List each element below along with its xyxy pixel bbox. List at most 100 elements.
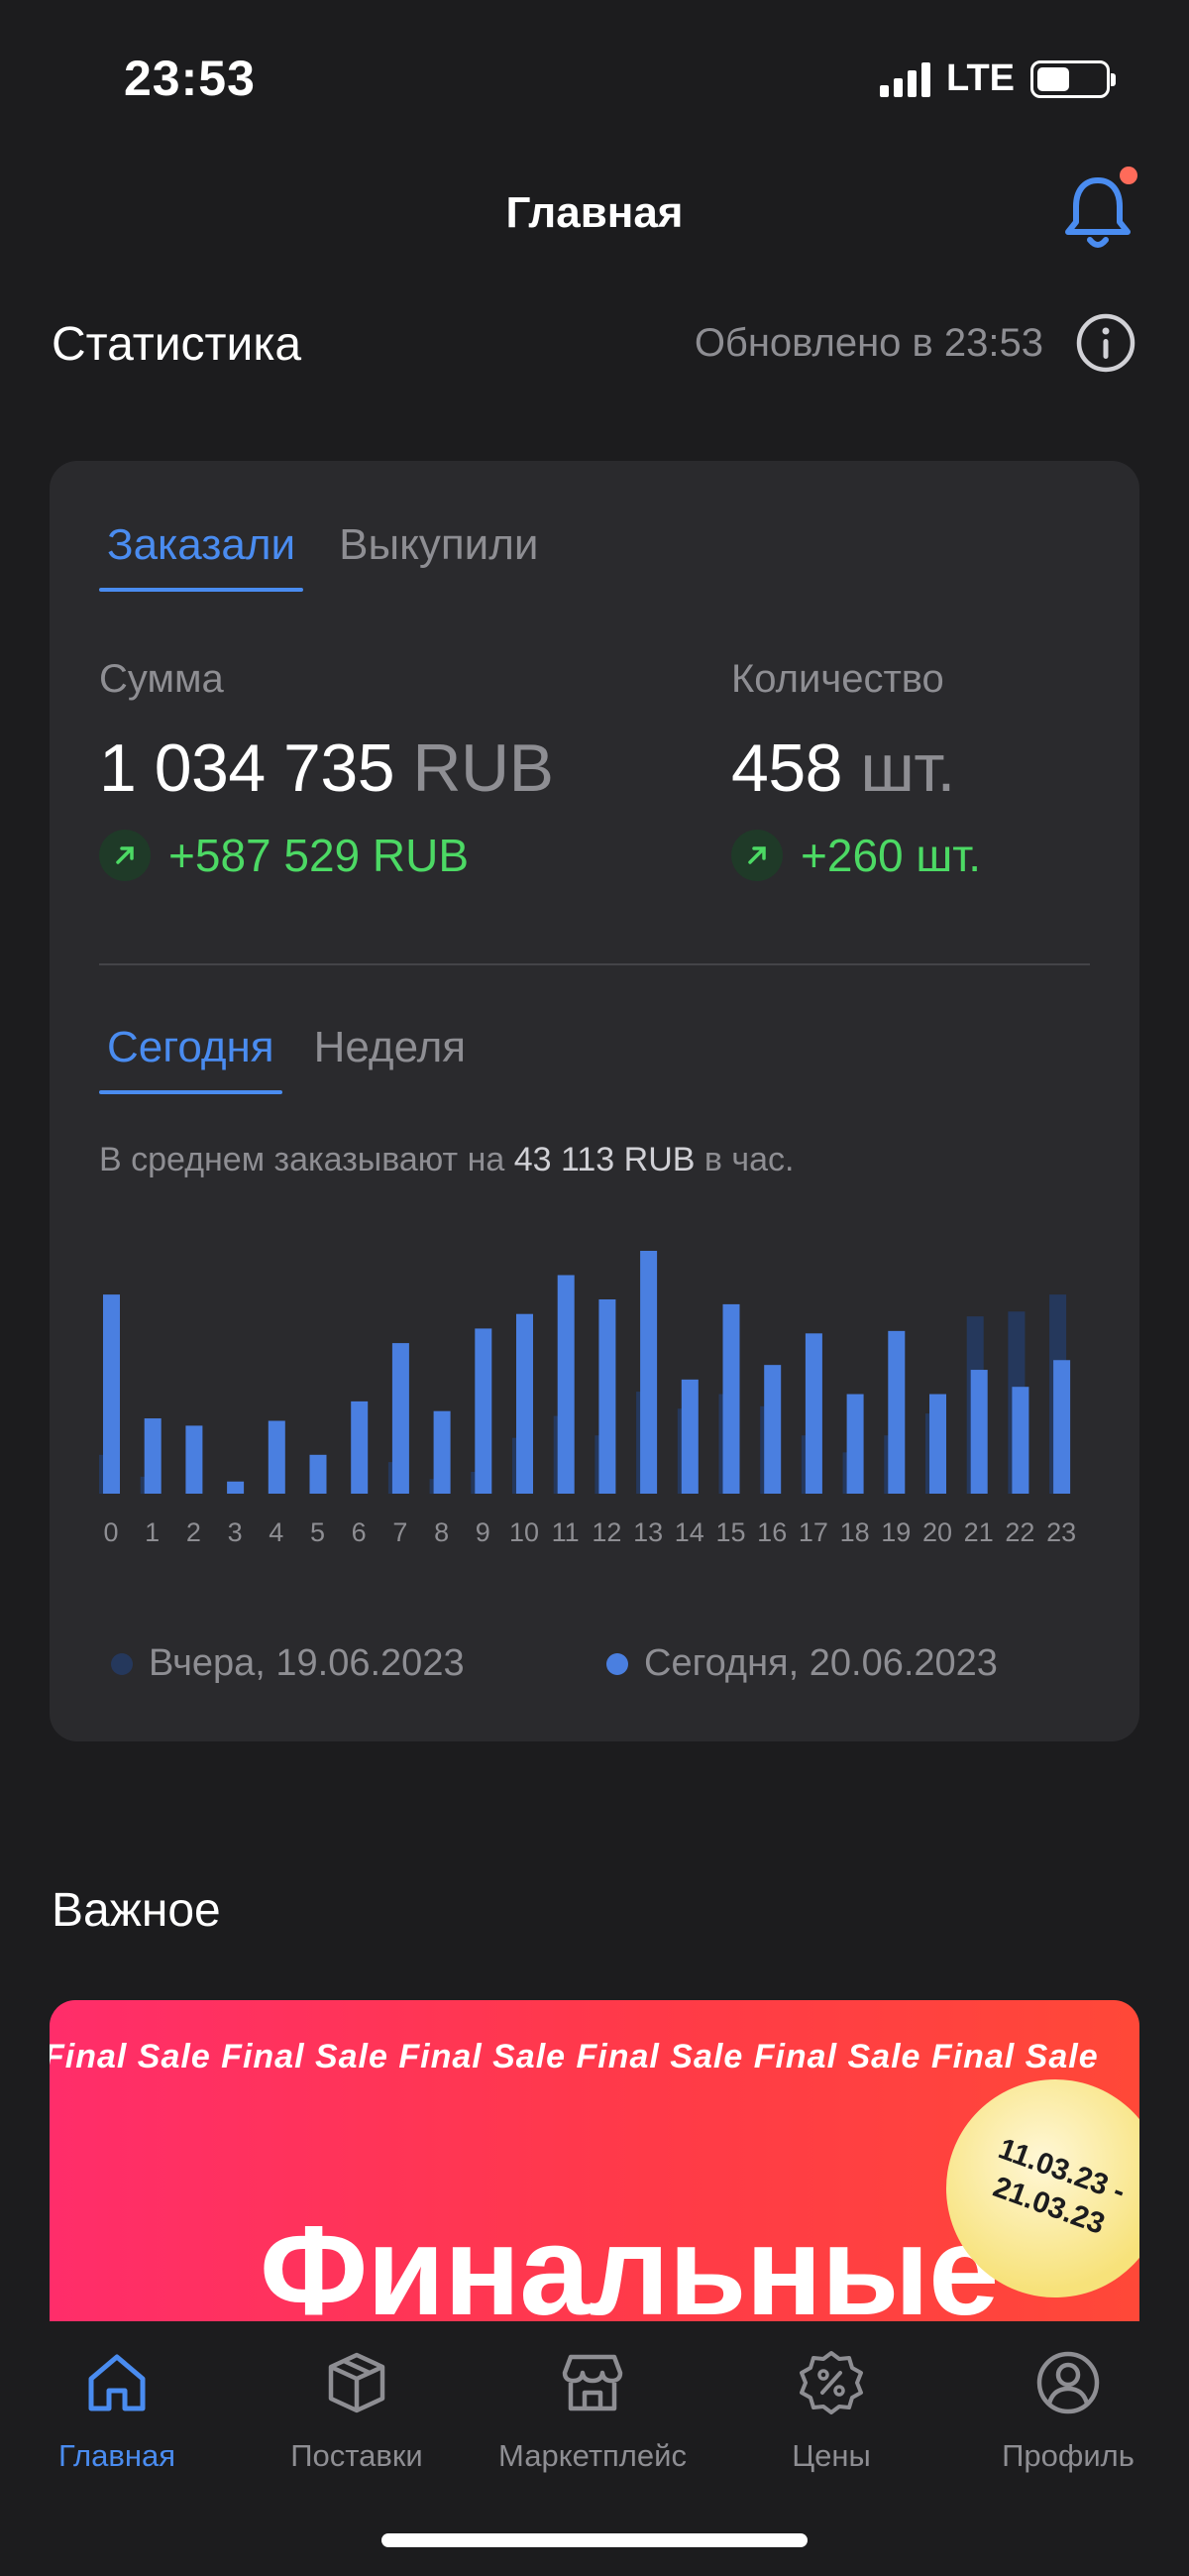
x-tick-label: 2 [186, 1517, 201, 1547]
bar-today [1053, 1360, 1071, 1494]
stats-card: Заказали Выкупили Сумма 1 034 735 RUB +5… [50, 461, 1139, 1741]
average-prefix: В среднем заказывают на [99, 1141, 505, 1178]
bar-today [805, 1333, 822, 1494]
tabbar-label: Поставки [290, 2438, 423, 2473]
x-tick-label: 19 [881, 1517, 911, 1547]
metric-count-delta: +260 шт. [731, 829, 981, 882]
bar-today [598, 1299, 616, 1494]
legend-dot-today [606, 1652, 628, 1675]
x-tick-label: 5 [310, 1517, 325, 1547]
x-tick-label: 17 [799, 1517, 828, 1547]
bar-today [475, 1328, 492, 1494]
metric-sum-number: 1 034 735 [99, 730, 395, 806]
profile-icon [1036, 2351, 1100, 2414]
info-icon[interactable] [1074, 311, 1137, 375]
metric-count-unit: шт. [860, 730, 955, 806]
bar-today [681, 1379, 699, 1494]
x-tick-label: 3 [228, 1517, 243, 1547]
x-tick-label: 1 [145, 1517, 160, 1547]
x-tick-label: 20 [922, 1517, 952, 1547]
section-title-important: Важное [52, 1884, 221, 1937]
network-type: LTE [946, 57, 1015, 99]
metric-sum-unit: RUB [412, 730, 554, 806]
bar-today [640, 1251, 658, 1494]
metric-count-label: Количество [731, 657, 944, 701]
arrow-up-right-icon [731, 830, 783, 881]
legend-yesterday: Вчера, 19.06.2023 [111, 1642, 465, 1685]
tabbar-item-profile[interactable]: Профиль [959, 2347, 1177, 2474]
legend-label-yesterday: Вчера, 19.06.2023 [149, 1642, 465, 1684]
tabbar-item-home[interactable]: Главная [8, 2347, 226, 2474]
x-tick-label: 14 [675, 1517, 704, 1547]
bar-today [391, 1343, 409, 1494]
divider [99, 963, 1090, 965]
period-tabs: Сегодня Неделя [99, 1023, 474, 1094]
bar-today [846, 1394, 864, 1494]
metric-count-value: 458 шт. [731, 729, 981, 807]
bar-today [144, 1418, 162, 1494]
x-tick-label: 12 [592, 1517, 621, 1547]
x-tick-label: 0 [103, 1517, 118, 1547]
tabbar-label: Главная [58, 2438, 175, 2473]
average-amount: 43 113 RUB [513, 1141, 696, 1178]
store-icon [562, 2354, 623, 2411]
tab-bought[interactable]: Выкупили [331, 520, 546, 592]
x-tick-label: 16 [757, 1517, 787, 1547]
metric-sum-delta: +587 529 RUB [99, 829, 554, 882]
metric-sum-value: 1 034 735 RUB [99, 729, 554, 807]
home-indicator [381, 2533, 808, 2547]
metric-count-delta-value: +260 шт. [801, 830, 982, 881]
legend-label-today: Сегодня, 20.06.2023 [644, 1642, 998, 1684]
tab-today[interactable]: Сегодня [99, 1023, 282, 1094]
x-tick-label: 10 [509, 1517, 539, 1547]
status-bar: 23:53 LTE [0, 0, 1189, 159]
legend-today: Сегодня, 20.06.2023 [606, 1642, 998, 1685]
bar-today [433, 1410, 451, 1494]
x-tick-label: 21 [964, 1517, 994, 1547]
box-icon [328, 2352, 385, 2413]
x-tick-label: 11 [552, 1517, 580, 1547]
promo-banner[interactable]: Final Sale Final Sale Final Sale Final S… [50, 2000, 1139, 2327]
stats-type-tabs: Заказали Выкупили [99, 520, 547, 592]
bar-today [268, 1420, 285, 1494]
status-time: 23:53 [124, 51, 256, 106]
home-icon [88, 2354, 146, 2411]
bar-today [888, 1330, 906, 1494]
x-tick-label: 23 [1046, 1517, 1076, 1547]
legend-dot-yesterday [111, 1652, 133, 1675]
bar-today [309, 1454, 327, 1494]
bar-today [516, 1313, 533, 1494]
x-tick-label: 4 [269, 1517, 283, 1547]
hourly-orders-chart: 0 1 2 3 4 5 6 7 8 9 10 11 12 13 14 15 16 17 18 19 20 21 22 23 [99, 1244, 1139, 1551]
tabbar-label: Цены [792, 2438, 871, 2473]
x-tick-label: 6 [352, 1517, 367, 1547]
bar-today [103, 1294, 120, 1494]
percent-icon [800, 2351, 863, 2414]
tab-week[interactable]: Неделя [306, 1023, 474, 1094]
page-title: Главная [505, 188, 684, 237]
bar-today [1012, 1387, 1029, 1494]
bar-today [764, 1365, 782, 1494]
tabbar-label: Маркетплейс [498, 2438, 687, 2473]
average-suffix: в час. [703, 1141, 795, 1178]
signal-icon [880, 61, 931, 97]
tabbar-label: Профиль [1002, 2438, 1135, 2473]
tabbar-item-prices[interactable]: Цены [722, 2347, 940, 2474]
x-tick-label: 18 [840, 1517, 870, 1547]
tabbar-item-supplies[interactable]: Поставки [248, 2347, 466, 2474]
chart-canvas: 0 1 2 3 4 5 6 7 8 9 10 11 12 13 14 15 16 17 18 19 20 21 22 23 [99, 1251, 1076, 1547]
tab-ordered[interactable]: Заказали [99, 520, 304, 592]
metric-sum-delta-value: +587 529 RUB [168, 830, 470, 881]
bar-today [929, 1394, 946, 1494]
bar-today [557, 1275, 575, 1494]
x-tick-label: 7 [392, 1517, 407, 1547]
bar-today [185, 1425, 203, 1494]
arrow-up-right-icon [99, 830, 151, 881]
banner-strip-text: Final Sale Final Sale Final Sale Final S… [50, 2038, 1099, 2075]
bar-today [970, 1370, 988, 1494]
metric-count-number: 458 [731, 730, 842, 806]
x-tick-label: 22 [1005, 1517, 1034, 1547]
banner-headline: Финальные [260, 2200, 999, 2327]
tabbar-item-marketplace[interactable]: Маркетплейс [484, 2347, 702, 2474]
average-text: В среднем заказывают на 43 113 RUB в час… [99, 1141, 794, 1179]
